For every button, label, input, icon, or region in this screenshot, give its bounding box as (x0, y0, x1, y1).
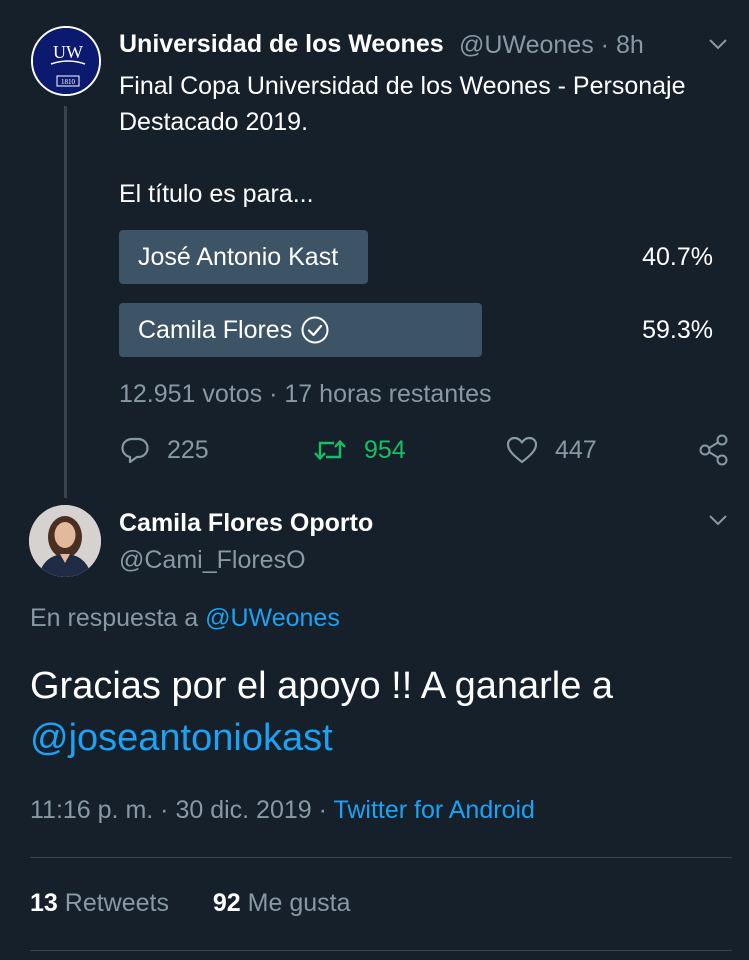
likes-count: 92 (212, 889, 241, 917)
retweet-icon (314, 439, 346, 461)
poll-meta-separator: · (269, 380, 278, 408)
tweet1-time[interactable]: 8h (616, 31, 644, 59)
retweets-stat[interactable]: 13 Retweets (30, 889, 169, 917)
like-button[interactable]: 447 (505, 432, 597, 468)
uweones-avatar[interactable]: UW 1810 (31, 26, 101, 96)
avatar-crest-year: 1810 (61, 78, 76, 86)
check-circle-icon (301, 316, 329, 344)
reply-icon (121, 437, 149, 464)
poll-option-label: José Antonio Kast (138, 230, 338, 284)
tweet2-meta: 11:16 p. m. · 30 dic. 2019 · Twitter for… (30, 796, 535, 825)
tweet1-separator: · (600, 31, 609, 59)
chevron-down-icon[interactable] (705, 510, 731, 530)
chevron-down-icon[interactable] (705, 34, 731, 54)
avatar-crest-text: UW (53, 42, 83, 62)
heart-icon (506, 436, 538, 464)
university-crest-icon: UW 1810 (33, 28, 99, 94)
engagement-stats: 13 Retweets 92 Me gusta (30, 889, 351, 918)
divider (30, 857, 732, 858)
reply-to-handle-link[interactable]: @UWeones (205, 604, 340, 632)
tweet1-text-line2: El título es para... (119, 180, 314, 208)
thread-connector (64, 106, 67, 498)
tweet2-text: Gracias por el apoyo !! A ganarle a @jos… (30, 660, 730, 764)
reply-context: En respuesta a @UWeones (30, 604, 340, 633)
reply-prefix: En respuesta a (30, 604, 199, 632)
mention-link[interactable]: @joseantoniokast (30, 712, 730, 764)
tweet1-text-line1: Final Copa Universidad de los Weones - P… (119, 72, 686, 136)
share-icon (699, 434, 728, 466)
poll-option-text: Camila Flores (138, 315, 293, 344)
poll-remaining: 17 horas restantes (284, 380, 492, 408)
camila-flores-avatar[interactable] (29, 505, 101, 577)
profile-photo-icon (29, 505, 101, 577)
tweet2-author-name[interactable]: Camila Flores Oporto (119, 509, 373, 538)
share-button[interactable] (698, 432, 730, 468)
retweets-count: 13 (30, 889, 58, 917)
tweet2-text-line: Gracias por el apoyo !! A ganarle a (30, 665, 614, 707)
tweet2-date: 30 dic. 2019 (175, 796, 312, 824)
likes-label: Me gusta (247, 889, 351, 917)
retweet-count: 954 (364, 435, 406, 464)
poll-option-label: Camila Flores (138, 303, 330, 357)
retweets-label: Retweets (64, 889, 169, 917)
poll-meta: 12.951 votos · 17 horas restantes (119, 380, 491, 409)
tweet2-handle[interactable]: @Cami_FloresO (119, 546, 306, 575)
poll-option-text: José Antonio Kast (138, 242, 339, 271)
poll-votes: 12.951 votos (119, 380, 263, 408)
likes-stat[interactable]: 92 Me gusta (213, 889, 351, 917)
like-count: 447 (555, 435, 597, 464)
tweet2-time: 11:16 p. m. (30, 796, 154, 824)
reply-button[interactable]: 225 (119, 432, 209, 468)
poll-option-percent: 40.7% (642, 243, 713, 271)
tweet1-author-meta[interactable]: @UWeones · 8h (459, 31, 644, 60)
reply-count: 225 (167, 435, 209, 464)
tweet1-handle[interactable]: @UWeones (459, 31, 594, 59)
source-link[interactable]: Twitter for Android (333, 796, 534, 824)
tweet1-text: Final Copa Universidad de los Weones - P… (119, 68, 739, 212)
tweet2-meta-separator: · (318, 796, 327, 824)
divider (30, 950, 732, 951)
tweet1-author-name[interactable]: Universidad de los Weones (119, 30, 444, 59)
poll-option-percent: 59.3% (642, 316, 713, 344)
retweet-button[interactable]: 954 (312, 432, 406, 468)
tweet2-meta-separator: · (160, 796, 169, 824)
